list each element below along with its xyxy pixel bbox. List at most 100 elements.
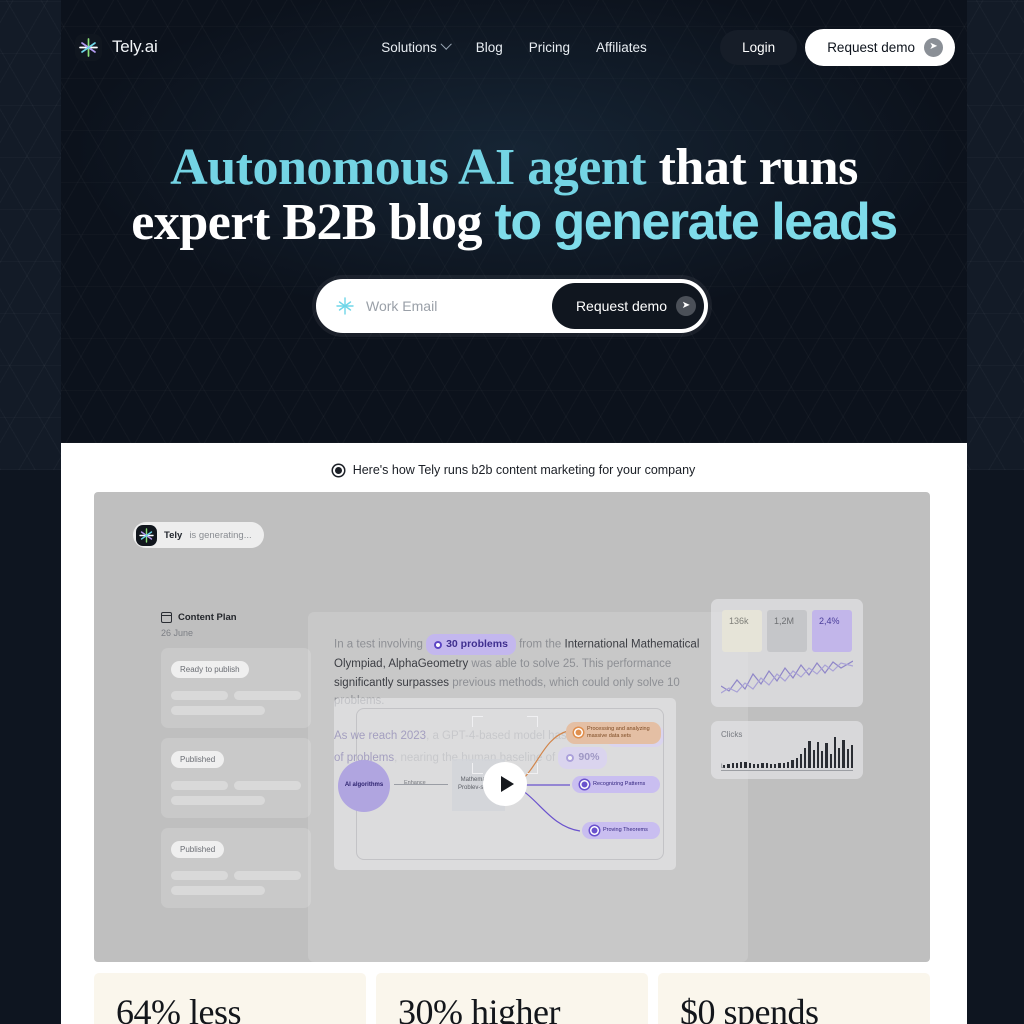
arrow-right-icon: ➤ xyxy=(676,296,696,316)
nav-item-solutions[interactable]: Solutions xyxy=(381,38,452,55)
highlight-pill-label: 30 problems xyxy=(446,638,508,650)
diagram-node-target-2: Recognizing Patterns xyxy=(572,776,660,793)
form-request-demo-label: Request demo xyxy=(575,298,667,314)
article-panel: In a test involving 30 problems from the… xyxy=(308,612,748,962)
headline-plain-1: that runs xyxy=(646,139,859,196)
article-text-frag: In a test involving xyxy=(334,638,427,651)
tely-generating-badge: Tely is generating... xyxy=(133,522,264,548)
stat-value: $0 spends xyxy=(680,992,819,1024)
headline-accent-2: to generate leads xyxy=(494,193,899,252)
analytics-stats-widget: 136k 1,2M 2,4% xyxy=(711,599,863,707)
video-diagram-block[interactable]: AI algorithms Enhance Mathematical Probl… xyxy=(334,698,676,870)
skeleton-bar xyxy=(171,781,228,790)
email-capture-form: Request demo ➤ xyxy=(316,279,708,333)
section-label: Here's how Tely runs b2b content marketi… xyxy=(61,463,967,477)
nav-actions: Login Request demo ➤ xyxy=(720,28,955,66)
sparkline-chart xyxy=(721,660,853,694)
login-button[interactable]: Login xyxy=(720,29,798,65)
request-demo-button[interactable]: Request demo ➤ xyxy=(805,28,955,66)
status-badge: Ready to publish xyxy=(171,661,249,678)
brand-name: Tely.ai xyxy=(112,37,158,56)
article-text-frag: was able to solve 25. This performance xyxy=(468,658,672,670)
arrow-right-icon: ➤ xyxy=(924,37,943,57)
tely-star-icon xyxy=(334,295,356,317)
article-text-strong: significantly surpasses xyxy=(334,676,450,689)
top-navigation-bar: Tely.ai Solutions Blog Pricing Affiliate… xyxy=(61,22,967,72)
list-item[interactable]: Ready to publish xyxy=(161,648,311,728)
nav-item-solutions-label: Solutions xyxy=(381,39,437,55)
stat-value: 64% less xyxy=(116,992,242,1024)
skeleton-bar xyxy=(233,781,301,790)
metric-tile: 2,4% xyxy=(812,610,852,652)
content-plan-panel: Content Plan 26 June Ready to publish Pu… xyxy=(160,612,311,908)
skeleton-bar xyxy=(171,706,265,715)
status-badge: Published xyxy=(171,841,225,858)
bullet-dot-icon xyxy=(332,464,344,476)
brand-logo[interactable]: Tely.ai xyxy=(75,33,158,61)
list-item[interactable]: Published xyxy=(161,828,311,908)
clicks-bar-chart xyxy=(723,736,854,768)
skeleton-bar xyxy=(233,871,301,880)
article-text-frag: from the xyxy=(515,638,565,651)
skeleton-row xyxy=(171,796,301,805)
skeleton-row xyxy=(171,706,301,715)
diagram-node-target-3: Proving Theorems xyxy=(582,822,660,839)
metric-tile: 1,2M xyxy=(767,610,807,652)
content-plan-title: Content Plan xyxy=(178,612,237,623)
badge-status: is generating... xyxy=(189,529,252,541)
crop-corner-icon xyxy=(527,763,538,774)
node-dot-icon xyxy=(590,826,599,835)
skeleton-row xyxy=(171,781,301,790)
hero-headline: Autonomous AI agent that runs expert B2B… xyxy=(61,140,967,250)
form-request-demo-button[interactable]: Request demo ➤ xyxy=(551,283,704,329)
pill-dot-icon xyxy=(434,640,443,649)
chart-axis-line xyxy=(721,770,853,771)
play-button-icon[interactable] xyxy=(483,762,527,806)
skeleton-row xyxy=(171,886,301,895)
diagram-node-source: AI algorithms xyxy=(338,760,390,812)
crop-corner-icon xyxy=(472,763,483,774)
tely-star-logo-icon xyxy=(136,524,157,546)
diagram-node-target-1-label: Processing and analyzing massive data se… xyxy=(587,726,650,739)
skeleton-row xyxy=(171,871,301,880)
section-label-text: Here's how Tely runs b2b content marketi… xyxy=(352,463,696,477)
content-plan-date: 26 June xyxy=(161,628,194,638)
node-dot-icon xyxy=(574,728,583,738)
chevron-down-icon xyxy=(440,38,452,50)
content-panel: Here's how Tely runs b2b content marketi… xyxy=(61,443,967,1024)
tely-star-logo-icon xyxy=(75,33,102,61)
skeleton-bar xyxy=(171,886,265,895)
highlight-pill-problems: 30 problems xyxy=(426,634,516,655)
stat-cards: 64% less 30% higher $0 spends xyxy=(94,973,930,1024)
stat-value: 30% higher xyxy=(398,992,560,1024)
diagram-node-target-1: Processing and analyzing massive data se… xyxy=(566,722,661,744)
stat-card: $0 spends xyxy=(658,973,930,1024)
crop-corner-icon xyxy=(527,716,538,727)
nav-item-blog[interactable]: Blog xyxy=(476,40,503,55)
headline-plain-2: expert B2B blog xyxy=(131,194,495,252)
calendar-icon xyxy=(160,612,173,623)
skeleton-bar xyxy=(171,871,228,880)
diagram-edge-label: Enhance xyxy=(404,780,426,786)
skeleton-bar xyxy=(171,796,265,805)
nav-links: Solutions Blog Pricing Affiliates xyxy=(381,38,647,55)
content-plan-header: Content Plan xyxy=(160,612,311,623)
nav-item-pricing[interactable]: Pricing xyxy=(529,40,570,55)
diagram-node-target-3-label: Proving Theorems xyxy=(603,827,648,834)
node-dot-icon xyxy=(580,780,589,789)
metric-tiles: 136k 1,2M 2,4% xyxy=(722,610,852,652)
nav-item-affiliates[interactable]: Affiliates xyxy=(596,40,647,55)
analytics-clicks-widget: Clicks L xyxy=(711,721,863,779)
stat-card: 64% less xyxy=(94,973,366,1024)
product-demo-image[interactable]: Tely is generating... Content Plan 26 Ju… xyxy=(94,492,930,962)
chart-axis-label: L xyxy=(721,764,725,770)
status-badge: Published xyxy=(171,751,225,768)
crop-corner-icon xyxy=(472,716,483,727)
diagram-node-target-2-label: Recognizing Patterns xyxy=(593,781,646,788)
request-demo-button-label: Request demo xyxy=(827,39,915,55)
metric-tile: 136k xyxy=(722,610,762,652)
skeleton-bar xyxy=(233,691,301,700)
skeleton-row xyxy=(171,691,301,700)
list-item[interactable]: Published xyxy=(161,738,311,818)
work-email-input[interactable] xyxy=(366,298,552,314)
